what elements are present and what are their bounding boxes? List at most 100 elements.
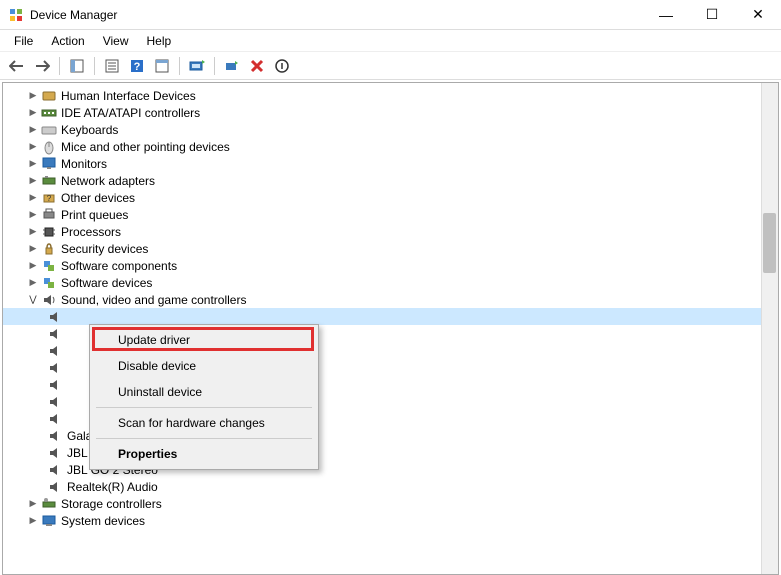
scan-button[interactable] (221, 55, 243, 77)
separator (179, 57, 180, 75)
tree-label: Print queues (61, 208, 128, 222)
chevron-right-icon: ▶ (27, 175, 39, 186)
app-icon (8, 7, 24, 23)
sound-icon (47, 394, 63, 410)
tree-container: ▶Human Interface Devices ▶IDE ATA/ATAPI … (2, 82, 779, 575)
software-icon (41, 258, 57, 274)
svg-text:?: ? (47, 194, 52, 203)
ctx-uninstall-device[interactable]: Uninstall device (92, 379, 316, 405)
tree-label: Software devices (61, 276, 152, 290)
tree-item[interactable]: ▶?Other devices (3, 189, 778, 206)
chevron-right-icon: ▶ (27, 243, 39, 254)
tree-child-item[interactable] (3, 308, 778, 325)
software-icon (41, 275, 57, 291)
svg-text:?: ? (134, 61, 141, 73)
titlebar: Device Manager — ☐ ✕ (0, 0, 781, 30)
separator (94, 57, 95, 75)
storage-icon (41, 496, 57, 512)
tree-label: Realtek(R) Audio (67, 480, 158, 494)
maximize-button[interactable]: ☐ (689, 0, 735, 29)
tree-item[interactable]: ▶ Software devices (3, 274, 778, 291)
chevron-right-icon: ▶ (27, 226, 39, 237)
tree-label: Storage controllers (61, 497, 162, 511)
keyboard-icon (41, 122, 57, 138)
tree-child-item[interactable]: Realtek(R) Audio (3, 478, 778, 495)
chevron-right-icon: ▶ (27, 277, 39, 288)
mouse-icon (41, 139, 57, 155)
network-icon (41, 173, 57, 189)
window-title: Device Manager (30, 8, 643, 22)
tree-item[interactable]: ▶Software components (3, 257, 778, 274)
sound-icon (47, 479, 63, 495)
sound-icon (47, 411, 63, 427)
tree-item[interactable]: ▶Processors (3, 223, 778, 240)
separator (59, 57, 60, 75)
hid-icon (41, 88, 57, 104)
ide-icon (41, 105, 57, 121)
vertical-scrollbar[interactable] (761, 83, 778, 574)
chevron-right-icon: ▶ (27, 209, 39, 220)
other-icon: ? (41, 190, 57, 206)
ctx-scan-hardware[interactable]: Scan for hardware changes (92, 410, 316, 436)
cpu-icon (41, 224, 57, 240)
context-menu: Update driver Disable device Uninstall d… (89, 324, 319, 470)
view-button[interactable] (151, 55, 173, 77)
window-controls: — ☐ ✕ (643, 0, 781, 29)
menu-view[interactable]: View (95, 32, 137, 50)
menu-help[interactable]: Help (139, 32, 180, 50)
chevron-right-icon: ▶ (27, 260, 39, 271)
separator (96, 407, 312, 408)
tree-item[interactable]: ▶ Security devices (3, 240, 778, 257)
scroll-thumb[interactable] (763, 213, 776, 273)
tree-item[interactable]: ▶ Network adapters (3, 172, 778, 189)
tree-label: Human Interface Devices (61, 89, 196, 103)
chevron-down-icon: ⋁ (27, 294, 39, 305)
tree-item[interactable]: ▶Human Interface Devices (3, 87, 778, 104)
tree-item[interactable]: ▶Mice and other pointing devices (3, 138, 778, 155)
tree-label: IDE ATA/ATAPI controllers (61, 106, 200, 120)
show-hide-button[interactable] (66, 55, 88, 77)
uninstall-button[interactable] (246, 55, 268, 77)
tree-label: System devices (61, 514, 145, 528)
tree-item[interactable]: ▶ Print queues (3, 206, 778, 223)
chevron-right-icon: ▶ (27, 107, 39, 118)
tree-label: Keyboards (61, 123, 118, 137)
menu-action[interactable]: Action (43, 32, 92, 50)
ctx-disable-device[interactable]: Disable device (92, 353, 316, 379)
sound-icon (47, 377, 63, 393)
update-driver-button[interactable] (186, 55, 208, 77)
tree-label: Monitors (61, 157, 107, 171)
sound-icon (47, 445, 63, 461)
sound-icon (47, 462, 63, 478)
tree-item[interactable]: ▶Keyboards (3, 121, 778, 138)
ctx-update-driver[interactable]: Update driver (92, 327, 316, 353)
disable-button[interactable] (271, 55, 293, 77)
tree-item[interactable]: ▶Storage controllers (3, 495, 778, 512)
tree-item[interactable]: ▶Monitors (3, 155, 778, 172)
tree-label: Network adapters (61, 174, 155, 188)
menu-file[interactable]: File (6, 32, 41, 50)
forward-button[interactable] (31, 55, 53, 77)
printer-icon (41, 207, 57, 223)
chevron-right-icon: ▶ (27, 515, 39, 526)
sound-icon (41, 292, 57, 308)
back-button[interactable] (6, 55, 28, 77)
sound-icon (47, 326, 63, 342)
help-button[interactable]: ? (126, 55, 148, 77)
monitor-icon (41, 156, 57, 172)
toolbar: ? (0, 52, 781, 80)
properties-button[interactable] (101, 55, 123, 77)
minimize-button[interactable]: — (643, 0, 689, 29)
system-icon (41, 513, 57, 529)
close-button[interactable]: ✕ (735, 0, 781, 29)
tree-label: Mice and other pointing devices (61, 140, 230, 154)
tree-item[interactable]: ▶ System devices (3, 512, 778, 529)
tree-item[interactable]: ▶ IDE ATA/ATAPI controllers (3, 104, 778, 121)
tree-item[interactable]: ⋁Sound, video and game controllers (3, 291, 778, 308)
sound-icon (47, 360, 63, 376)
ctx-properties[interactable]: Properties (92, 441, 316, 467)
tree-label: Security devices (61, 242, 148, 256)
separator (214, 57, 215, 75)
sound-icon (47, 343, 63, 359)
separator (96, 438, 312, 439)
